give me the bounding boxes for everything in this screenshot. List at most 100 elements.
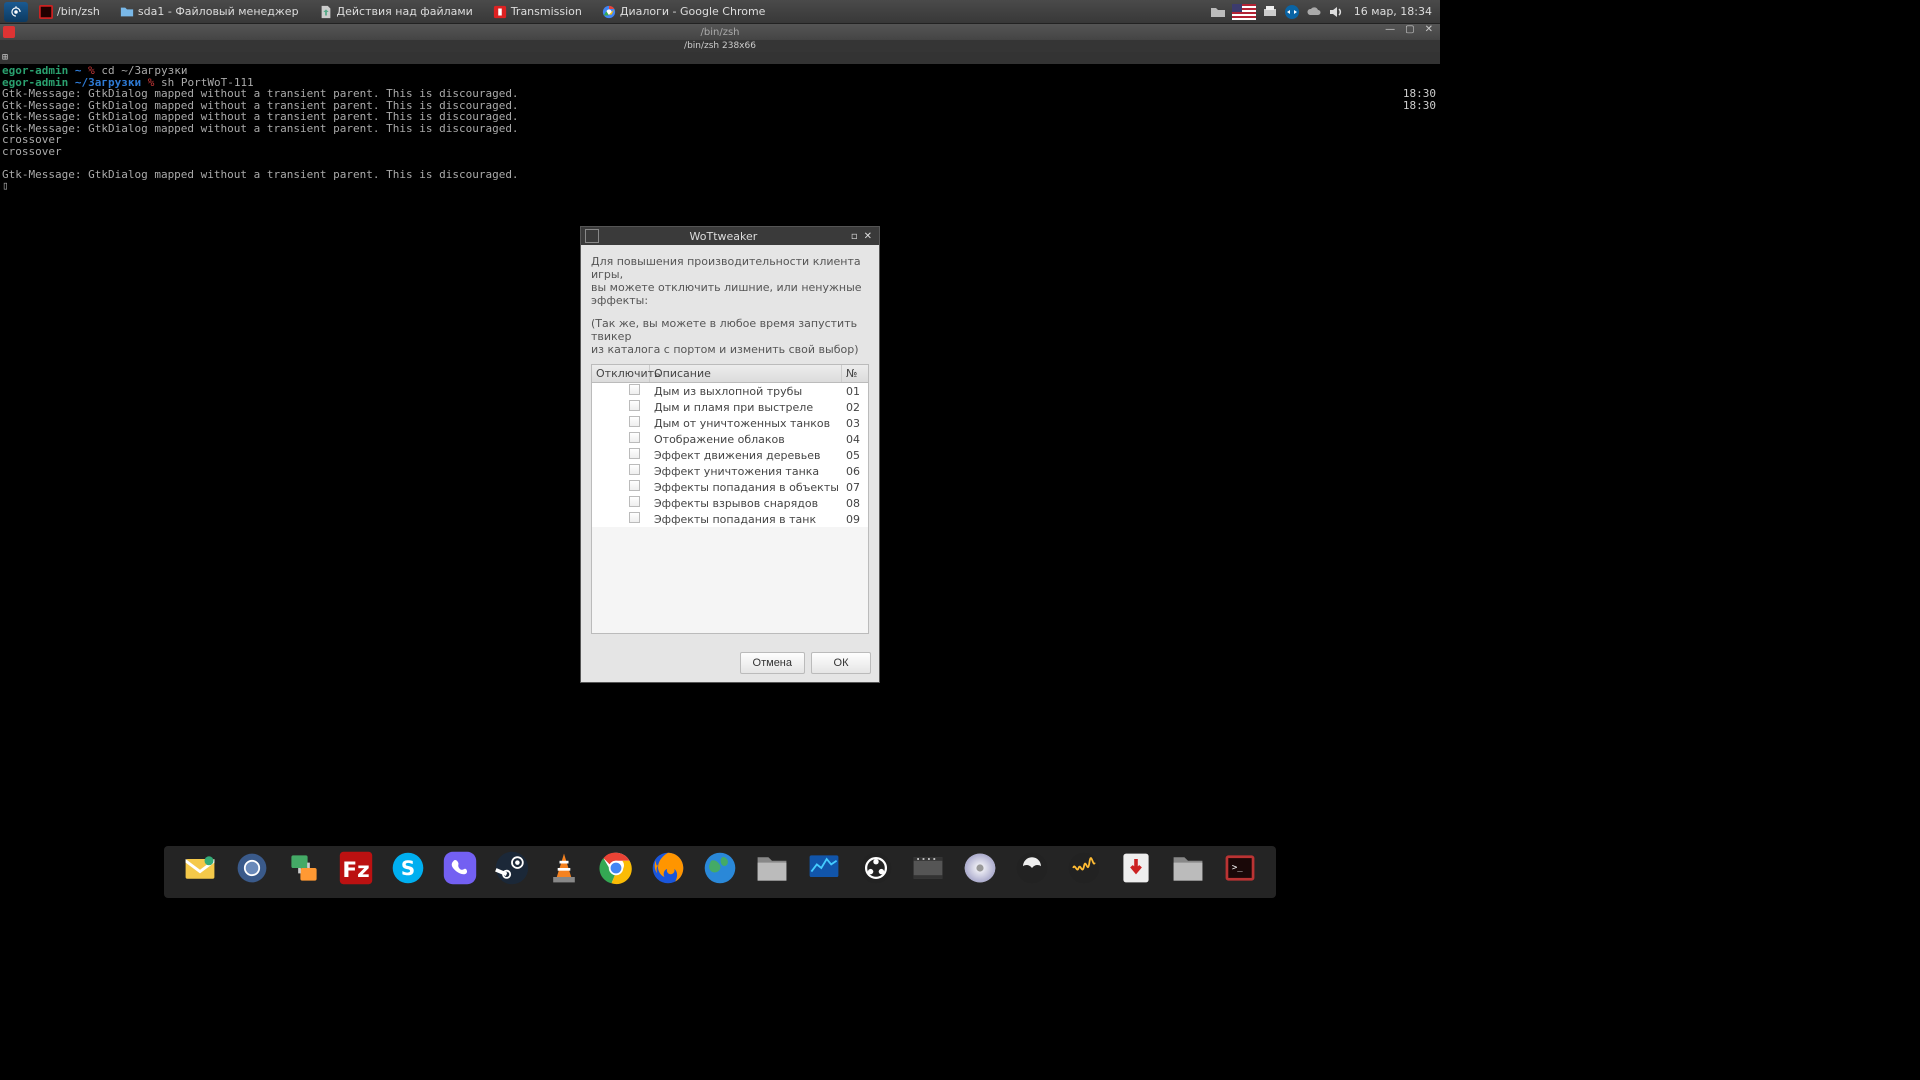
row-num: 08 bbox=[842, 497, 868, 510]
dock-terminal-icon[interactable]: >_ bbox=[1220, 848, 1260, 888]
transmission-icon bbox=[493, 5, 507, 19]
disable-checkbox[interactable] bbox=[629, 448, 640, 459]
dock-torrent-icon[interactable] bbox=[1116, 848, 1156, 888]
dock-obs-icon[interactable] bbox=[856, 848, 896, 888]
task-file-actions[interactable]: Действия над файлами bbox=[311, 3, 481, 21]
dock-folder2-icon[interactable] bbox=[1168, 848, 1208, 888]
table-row[interactable]: Отображение облаков 04 bbox=[592, 431, 868, 447]
task-chrome[interactable]: Диалоги - Google Chrome bbox=[594, 3, 774, 21]
dialog-titlebar[interactable]: WoTtweaker ▫ ✕ bbox=[581, 227, 879, 245]
dialog-maximize-button[interactable]: ▫ bbox=[848, 231, 861, 242]
clock[interactable]: 16 мар, 18:34 bbox=[1350, 5, 1436, 18]
dock-network-icon[interactable] bbox=[284, 848, 324, 888]
top-panel: /bin/zsh sda1 - Файловый менеджер Действ… bbox=[0, 0, 1440, 24]
row-desc: Отображение облаков bbox=[650, 433, 842, 446]
dock-video-icon[interactable] bbox=[908, 848, 948, 888]
dock-steam-icon[interactable] bbox=[492, 848, 532, 888]
dock-globe-icon[interactable] bbox=[700, 848, 740, 888]
dock-disc-icon[interactable] bbox=[960, 848, 1000, 888]
dock-viber-icon[interactable] bbox=[440, 848, 480, 888]
tray-folder-icon[interactable] bbox=[1210, 4, 1226, 20]
table-row[interactable]: Эффект уничтожения танка 06 bbox=[592, 463, 868, 479]
svg-text:Fz: Fz bbox=[342, 858, 369, 883]
minimize-button[interactable]: — bbox=[1382, 24, 1398, 35]
row-num: 05 bbox=[842, 449, 868, 462]
dock-chrome-icon[interactable] bbox=[596, 848, 636, 888]
dock-audio-icon[interactable] bbox=[1064, 848, 1104, 888]
table-row[interactable]: Дым из выхлопной трубы 01 bbox=[592, 383, 868, 399]
dock-firefox-icon[interactable] bbox=[648, 848, 688, 888]
task-label: /bin/zsh bbox=[57, 5, 100, 18]
row-num: 09 bbox=[842, 513, 868, 526]
row-desc: Дым от уничтоженных танков bbox=[650, 417, 842, 430]
maximize-button[interactable]: ▢ bbox=[1402, 24, 1417, 35]
col-disable-header[interactable]: Отключить bbox=[592, 365, 650, 382]
chrome-icon bbox=[602, 5, 616, 19]
disable-checkbox[interactable] bbox=[629, 480, 640, 491]
disable-checkbox[interactable] bbox=[629, 464, 640, 475]
terminal-body[interactable]: egor-admin ~ % cd ~/Загрузки18:30 egor-a… bbox=[0, 64, 1440, 193]
disable-checkbox[interactable] bbox=[629, 400, 640, 411]
terminal-tab-indicator: ⊞ bbox=[0, 52, 1440, 64]
disable-checkbox[interactable] bbox=[629, 496, 640, 507]
terminal-titlebar[interactable]: /bin/zsh — ▢ ✕ bbox=[0, 24, 1440, 40]
row-num: 02 bbox=[842, 401, 868, 414]
dialog-desc-l1: Для повышения производительности клиента… bbox=[591, 255, 861, 281]
row-num: 07 bbox=[842, 481, 868, 494]
table-row[interactable]: Эффекты взрывов снарядов 08 bbox=[592, 495, 868, 511]
row-desc: Эффект движения деревьев bbox=[650, 449, 842, 462]
terminal-title: /bin/zsh bbox=[701, 27, 740, 38]
row-desc: Эффекты взрывов снарядов bbox=[650, 497, 842, 510]
task-label: Действия над файлами bbox=[337, 5, 473, 18]
ok-button[interactable]: ОК bbox=[811, 652, 871, 674]
start-button[interactable] bbox=[4, 2, 28, 22]
row-desc: Эффекты попадания в танк bbox=[650, 513, 842, 526]
dock-eagle-icon[interactable] bbox=[1012, 848, 1052, 888]
dialog-desc-l3: (Так же, вы можете в любое время запусти… bbox=[591, 317, 857, 343]
disable-checkbox[interactable] bbox=[629, 512, 640, 523]
dock-mail-icon[interactable] bbox=[180, 848, 220, 888]
terminal-subtitle: /bin/zsh 238x66 bbox=[0, 40, 1440, 52]
row-num: 04 bbox=[842, 433, 868, 446]
disable-checkbox[interactable] bbox=[629, 384, 640, 395]
cancel-button[interactable]: Отмена bbox=[740, 652, 805, 674]
effects-table: Отключить Описание № Дым из выхлопной тр… bbox=[591, 364, 869, 634]
wottweaker-dialog: WoTtweaker ▫ ✕ Для повышения производите… bbox=[580, 226, 880, 683]
file-actions-icon bbox=[319, 5, 333, 19]
dock-filezilla-icon[interactable]: Fz bbox=[336, 848, 376, 888]
table-row[interactable]: Эффект движения деревьев 05 bbox=[592, 447, 868, 463]
row-desc: Дым из выхлопной трубы bbox=[650, 385, 842, 398]
tray-teamviewer-icon[interactable] bbox=[1284, 4, 1300, 20]
dialog-title: WoTtweaker bbox=[599, 230, 848, 243]
dock-files-icon[interactable] bbox=[752, 848, 792, 888]
volume-icon[interactable] bbox=[1328, 4, 1344, 20]
folder-icon bbox=[120, 5, 134, 19]
dock-vlc-icon[interactable] bbox=[544, 848, 584, 888]
tray-cloud-icon[interactable] bbox=[1306, 4, 1322, 20]
col-desc-header[interactable]: Описание bbox=[650, 365, 842, 382]
disable-checkbox[interactable] bbox=[629, 432, 640, 443]
table-row[interactable]: Эффекты попадания в объекты 07 bbox=[592, 479, 868, 495]
tray-printer-icon[interactable] bbox=[1262, 4, 1278, 20]
table-row[interactable]: Дым и пламя при выстреле 02 bbox=[592, 399, 868, 415]
row-desc: Эффект уничтожения танка bbox=[650, 465, 842, 478]
dialog-desc-l4: из каталога с портом и изменить свой выб… bbox=[591, 343, 859, 356]
svg-text:>_: >_ bbox=[1232, 863, 1243, 873]
task-file-manager[interactable]: sda1 - Файловый менеджер bbox=[112, 3, 307, 21]
table-row[interactable]: Эффекты попадания в танк 09 bbox=[592, 511, 868, 527]
terminal-app-icon bbox=[3, 26, 15, 38]
dock-skype-icon[interactable]: S bbox=[388, 848, 428, 888]
dialog-app-icon bbox=[585, 229, 599, 243]
dock-remmina-icon[interactable] bbox=[232, 848, 272, 888]
dialog-close-button[interactable]: ✕ bbox=[861, 231, 875, 242]
dock-monitor-icon[interactable] bbox=[804, 848, 844, 888]
row-num: 06 bbox=[842, 465, 868, 478]
keyboard-layout-icon[interactable] bbox=[1232, 4, 1256, 20]
disable-checkbox[interactable] bbox=[629, 416, 640, 427]
task-zsh[interactable]: /bin/zsh bbox=[36, 3, 108, 21]
col-num-header[interactable]: № bbox=[842, 365, 868, 382]
task-transmission[interactable]: Transmission bbox=[485, 3, 590, 21]
dock: Fz S >_ bbox=[168, 840, 1272, 896]
table-row[interactable]: Дым от уничтоженных танков 03 bbox=[592, 415, 868, 431]
close-button[interactable]: ✕ bbox=[1422, 24, 1436, 35]
